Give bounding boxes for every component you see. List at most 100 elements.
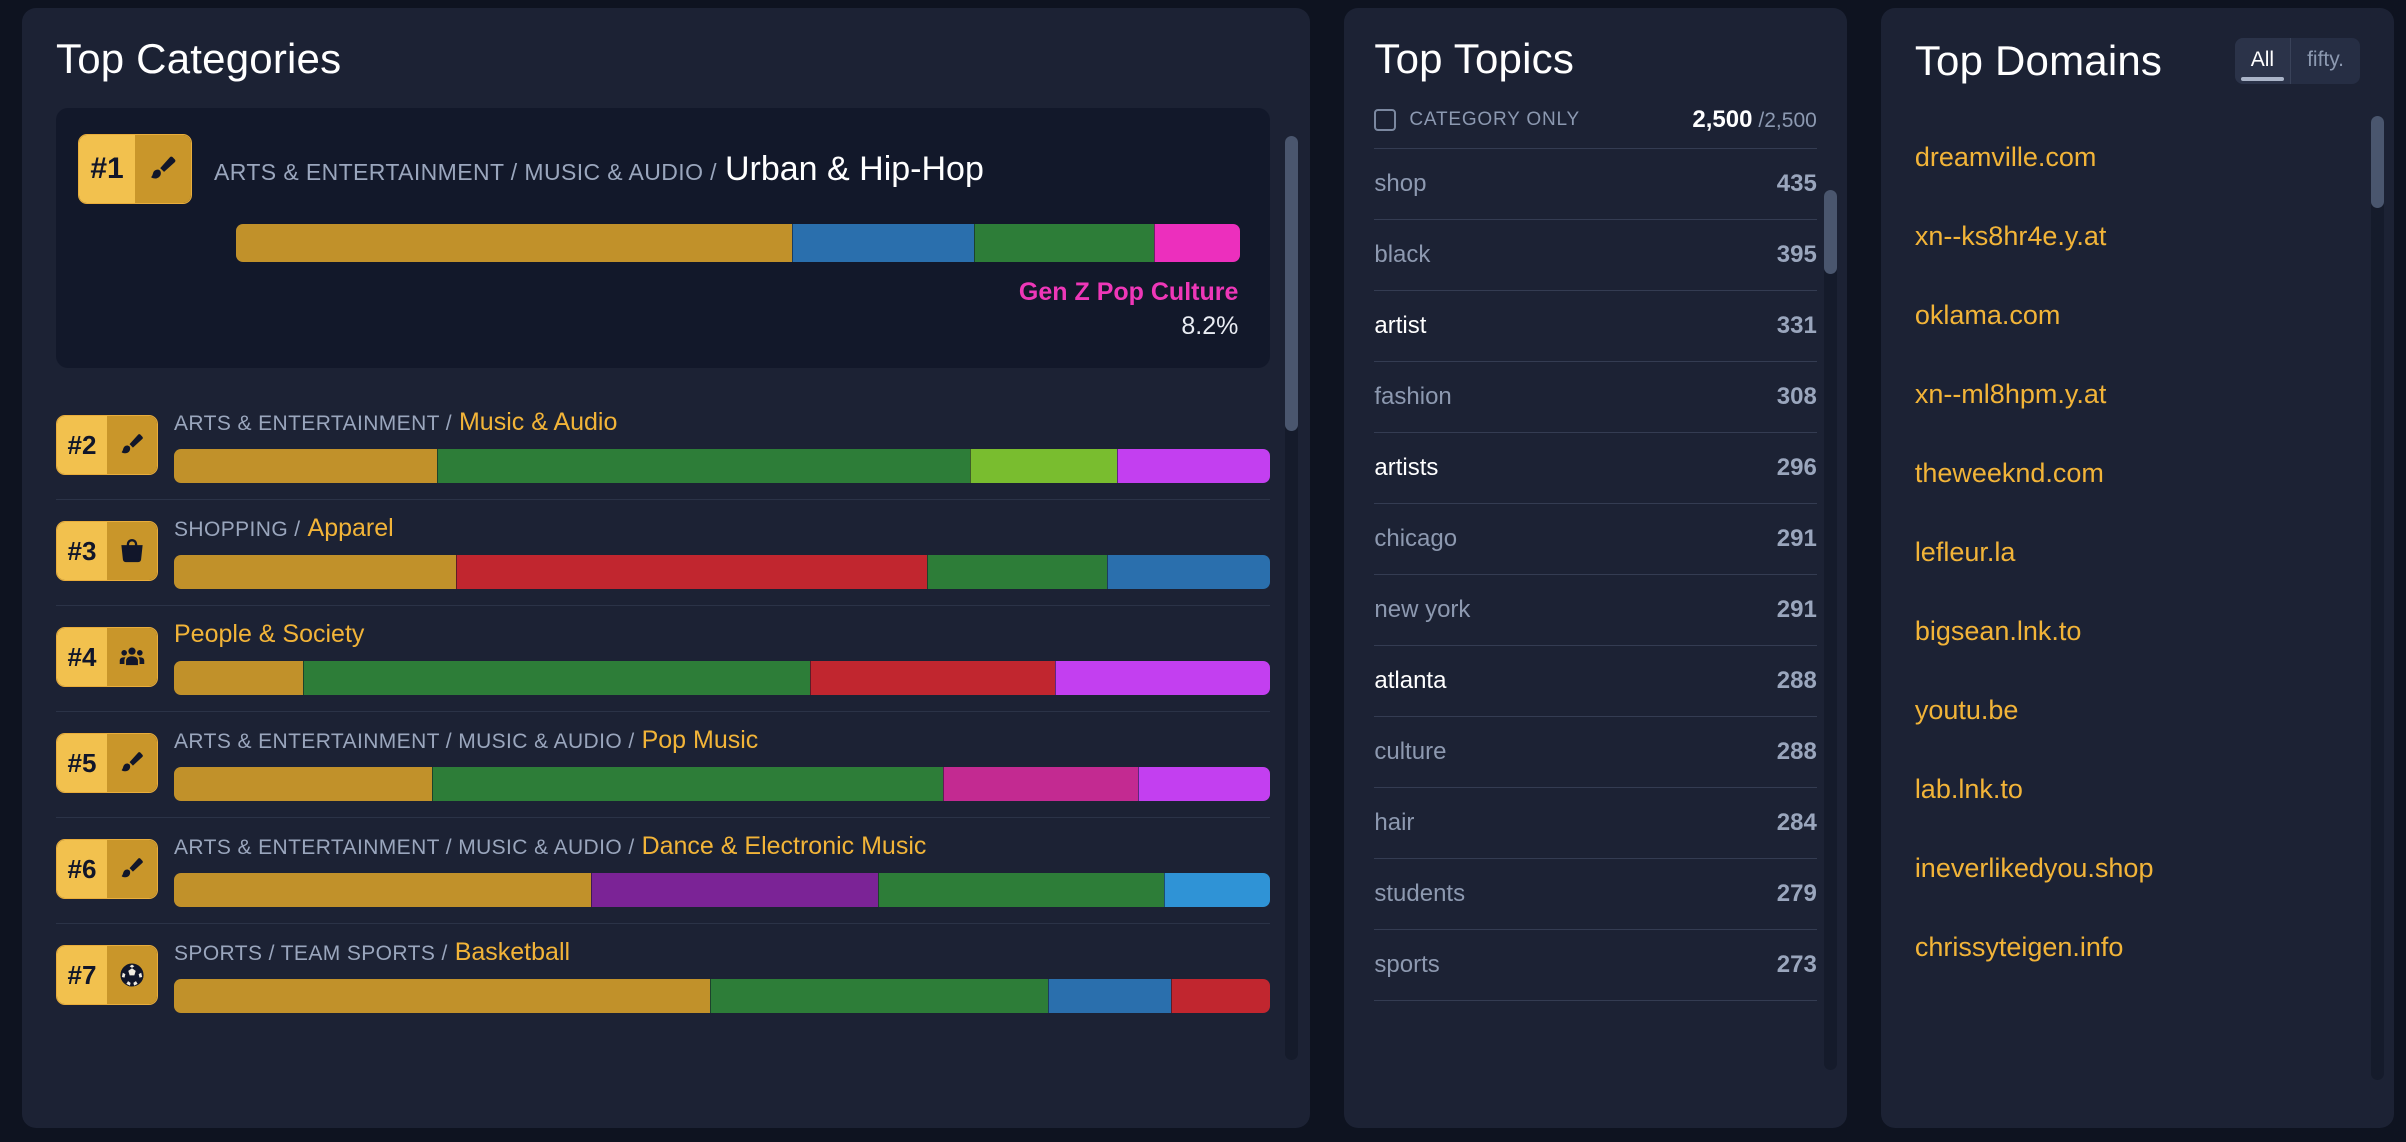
- category-hero-card[interactable]: #1 ARTS & ENTERTAINMENT / MUSIC & AUDIO …: [56, 108, 1271, 368]
- topics-scrollbar-thumb[interactable]: [1823, 190, 1837, 274]
- domain-row[interactable]: dreamville.com: [1915, 118, 2360, 197]
- bar-segment-4: [1137, 766, 1271, 801]
- domain-row[interactable]: lefleur.la: [1915, 513, 2360, 592]
- topic-row[interactable]: atlanta 288: [1374, 645, 1817, 716]
- category-row-body: SPORTS / TEAM SPORTS / Basketball: [174, 938, 1271, 1013]
- domain-name: xn--ks8hr4e.y.at: [1914, 221, 2107, 251]
- topic-row[interactable]: chicago 291: [1374, 503, 1817, 574]
- category-row[interactable]: #3 SHOPPING / Apparel: [56, 498, 1271, 605]
- bar-segment-1: [236, 224, 793, 262]
- category-breadcrumb: ARTS & ENTERTAINMENT / MUSIC & AUDIO / P…: [174, 726, 1270, 755]
- rank-badge-6: #6: [56, 839, 158, 899]
- domain-row[interactable]: xn--ml8hpm.y.at: [1915, 355, 2360, 434]
- category-hero-breadcrumb: ARTS & ENTERTAINMENT / MUSIC & AUDIO / U…: [214, 150, 984, 189]
- topic-row[interactable]: new york 291: [1374, 574, 1817, 645]
- domain-name: bigsean.lnk.to: [1914, 616, 2082, 646]
- breadcrumb-parents: ARTS & ENTERTAINMENT /: [174, 411, 452, 435]
- category-breadcrumb: SPORTS / TEAM SPORTS / Basketball: [174, 938, 1270, 967]
- paintbrush-icon: [135, 135, 191, 203]
- category-row-body: ARTS & ENTERTAINMENT / Music & Audio: [174, 408, 1271, 483]
- topic-count: 288: [1776, 667, 1817, 694]
- rank-number: #5: [57, 734, 107, 792]
- bar-segment-4: [1107, 554, 1271, 589]
- bar-segment-1: [174, 872, 591, 907]
- bar-segment-4: [1170, 978, 1271, 1013]
- category-bar: [174, 872, 1271, 907]
- bar-segment-4: [1164, 872, 1271, 907]
- breadcrumb-leaf: Music & Audio: [458, 407, 618, 436]
- category-breadcrumb: People & Society: [174, 620, 1270, 649]
- domain-name: lab.lnk.to: [1914, 774, 2023, 804]
- topics-scrollbar[interactable]: [1823, 190, 1837, 1070]
- domains-tab-fifty[interactable]: fifty.: [2290, 38, 2360, 84]
- topic-name: shop: [1374, 170, 1427, 197]
- bar-segment-1: [174, 554, 456, 589]
- domains-tab-all[interactable]: All: [2234, 38, 2291, 84]
- topic-row[interactable]: artist 331: [1374, 290, 1817, 361]
- domain-name: theweeknd.com: [1914, 458, 2104, 488]
- category-row[interactable]: #6 ARTS & ENTERTAINMENT / MUSIC & AUDIO …: [56, 816, 1271, 923]
- topic-row[interactable]: students 279: [1374, 858, 1817, 929]
- topic-name: new york: [1374, 596, 1471, 623]
- categories-scrollbar[interactable]: [1285, 136, 1299, 1060]
- domain-row[interactable]: youtu.be: [1915, 671, 2360, 750]
- breadcrumb-leaf: Basketball: [454, 937, 571, 966]
- rank-badge-1: #1: [78, 134, 192, 204]
- topic-row[interactable]: hair 284: [1374, 787, 1817, 858]
- bar-segment-2: [437, 448, 970, 483]
- bar-segment-3: [974, 224, 1154, 262]
- bar-segment-4: [1116, 448, 1271, 483]
- hero-highlight-label: Gen Z Pop Culture: [1018, 278, 1239, 306]
- category-row[interactable]: #4 People & Society: [56, 604, 1271, 711]
- topic-row[interactable]: [1374, 1000, 1817, 1071]
- domain-row[interactable]: oklama.com: [1915, 276, 2360, 355]
- category-bar: [174, 978, 1271, 1013]
- breadcrumb-leaf: People & Society: [174, 619, 365, 648]
- topic-count: 279: [1776, 880, 1817, 907]
- topic-row[interactable]: artists 296: [1374, 432, 1817, 503]
- topic-name: artist: [1374, 312, 1427, 339]
- domain-row[interactable]: ineverlikedyou.shop: [1915, 829, 2360, 908]
- topic-row[interactable]: black 395: [1374, 219, 1817, 290]
- topic-row[interactable]: fashion 308: [1374, 361, 1817, 432]
- categories-scroll-area[interactable]: #1 ARTS & ENTERTAINMENT / MUSIC & AUDIO …: [22, 108, 1310, 1128]
- domains-tab-group: All fifty.: [2234, 38, 2361, 84]
- category-row-body: SHOPPING / Apparel: [174, 514, 1271, 589]
- category-row-head: #2 ARTS & ENTERTAINMENT / Music & Audio: [56, 408, 1271, 483]
- category-only-filter[interactable]: CATEGORY ONLY: [1374, 109, 1580, 131]
- topic-name: fashion: [1374, 383, 1452, 410]
- checkbox-icon[interactable]: [1374, 109, 1397, 131]
- categories-scrollbar-thumb[interactable]: [1285, 136, 1299, 431]
- breadcrumb-leaf: Pop Music: [641, 725, 759, 754]
- category-row[interactable]: #5 ARTS & ENTERTAINMENT / MUSIC & AUDIO …: [56, 710, 1271, 817]
- domains-scroll-area[interactable]: dreamville.com xn--ks8hr4e.y.at oklama.c…: [1881, 118, 2394, 1128]
- domain-row[interactable]: lab.lnk.to: [1915, 750, 2360, 829]
- category-hero-header: #1 ARTS & ENTERTAINMENT / MUSIC & AUDIO …: [78, 134, 1240, 204]
- domain-row[interactable]: bigsean.lnk.to: [1915, 592, 2360, 671]
- category-breadcrumb: ARTS & ENTERTAINMENT / Music & Audio: [174, 408, 1270, 437]
- domains-scrollbar-thumb[interactable]: [2371, 116, 2385, 208]
- category-row[interactable]: #2 ARTS & ENTERTAINMENT / Music & Audio: [56, 394, 1271, 499]
- domain-row[interactable]: theweeknd.com: [1915, 434, 2360, 513]
- topic-row[interactable]: culture 288: [1374, 716, 1817, 787]
- topic-name: hair: [1374, 809, 1415, 836]
- category-row[interactable]: #7 SPORTS / TEAM SPORTS / Basketball: [56, 922, 1271, 1029]
- bar-segment-1: [174, 448, 438, 483]
- domain-row[interactable]: chrissyteigen.info: [1915, 908, 2360, 987]
- topics-scroll-area[interactable]: shop 435 black 395 artist 331 fashion 30…: [1344, 148, 1846, 1128]
- domain-row[interactable]: xn--ks8hr4e.y.at: [1915, 197, 2360, 276]
- rank-number: #6: [57, 840, 107, 898]
- bar-segment-1: [174, 978, 711, 1013]
- topic-row[interactable]: sports 273: [1374, 929, 1817, 1000]
- rank-number: #4: [57, 628, 107, 686]
- topic-row[interactable]: shop 435: [1374, 148, 1817, 219]
- bar-segment-1: [174, 766, 432, 801]
- bar-segment-2: [455, 554, 928, 589]
- domains-header: Top Domains All fifty.: [1881, 38, 2394, 84]
- domains-scrollbar[interactable]: [2371, 116, 2385, 1080]
- category-hero-footer: Gen Z Pop Culture 8.2%: [78, 276, 1240, 344]
- topic-count: 291: [1776, 525, 1817, 552]
- rank-badge-3: #3: [56, 521, 158, 581]
- rank-number: #7: [57, 946, 107, 1004]
- topics-count: 2,500 /2,500: [1692, 106, 1816, 134]
